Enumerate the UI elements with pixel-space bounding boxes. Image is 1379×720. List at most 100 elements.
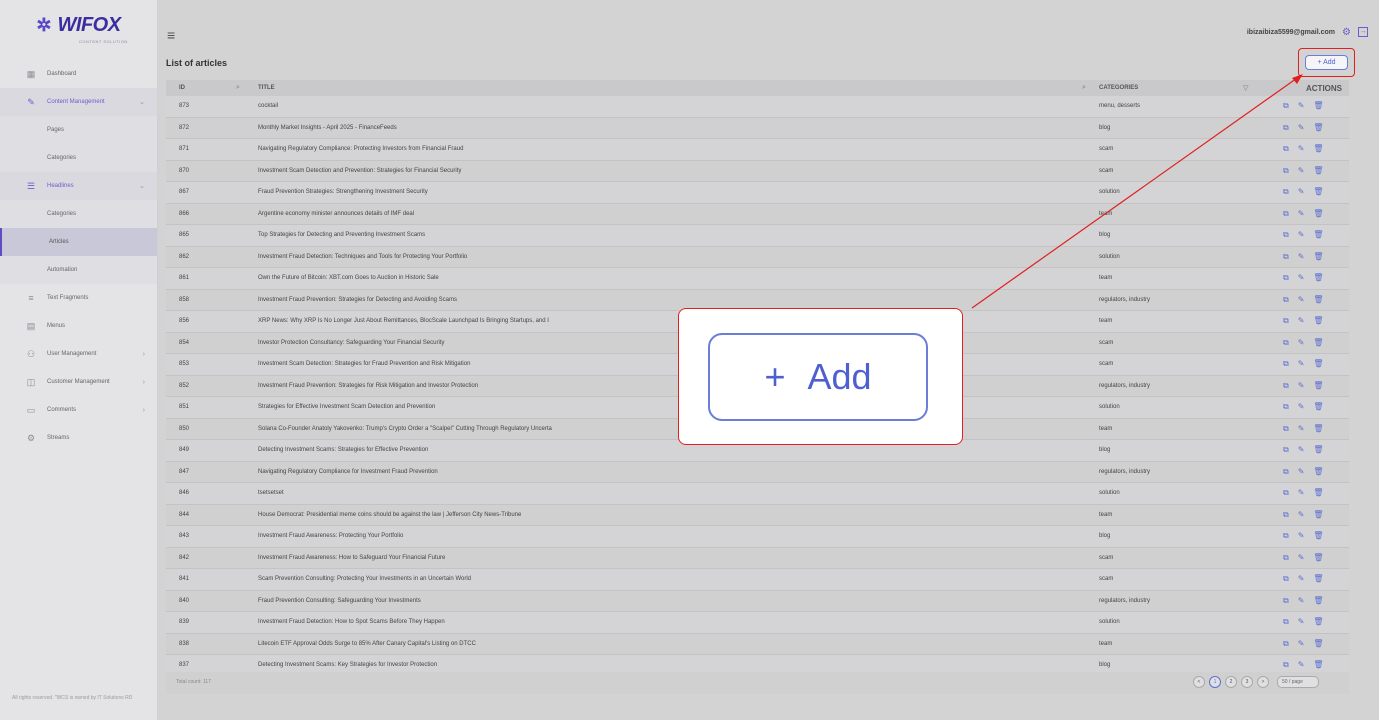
- copy-icon[interactable]: ⧉: [1283, 187, 1289, 197]
- edit-icon[interactable]: ✎: [1298, 101, 1305, 111]
- delete-icon[interactable]: 🗑: [1313, 617, 1323, 627]
- table-row[interactable]: 870 Investment Scam Detection and Prevent…: [166, 161, 1349, 182]
- copy-icon[interactable]: ⧉: [1283, 467, 1289, 477]
- edit-icon[interactable]: ✎: [1298, 273, 1305, 283]
- delete-icon[interactable]: 🗑: [1313, 639, 1323, 649]
- copy-icon[interactable]: ⧉: [1283, 144, 1289, 154]
- copy-icon[interactable]: ⧉: [1283, 359, 1289, 369]
- add-button[interactable]: + Add: [1305, 55, 1348, 70]
- copy-icon[interactable]: ⧉: [1283, 209, 1289, 219]
- edit-icon[interactable]: ✎: [1298, 166, 1305, 176]
- copy-icon[interactable]: ⧉: [1283, 338, 1289, 348]
- logout-icon[interactable]: →: [1358, 27, 1368, 37]
- copy-icon[interactable]: ⧉: [1283, 445, 1289, 455]
- user-email[interactable]: ibizaibiza5599@gmail.com: [1247, 29, 1335, 36]
- page-size-select[interactable]: 50 / page: [1277, 676, 1319, 688]
- sidebar-item-customer-management[interactable]: ◫ Customer Management ›: [0, 368, 157, 396]
- delete-icon[interactable]: 🗑: [1313, 295, 1323, 305]
- sidebar-item-categories[interactable]: Categories: [0, 200, 157, 228]
- copy-icon[interactable]: ⧉: [1283, 424, 1289, 434]
- edit-icon[interactable]: ✎: [1298, 402, 1305, 412]
- sidebar-item-articles[interactable]: Articles: [0, 228, 157, 256]
- table-row[interactable]: 837 Detecting Investment Scams: Key Strat…: [166, 655, 1349, 672]
- copy-icon[interactable]: ⧉: [1283, 295, 1289, 305]
- delete-icon[interactable]: 🗑: [1313, 402, 1323, 412]
- table-row[interactable]: 865 Top Strategies for Detecting and Prev…: [166, 225, 1349, 247]
- copy-icon[interactable]: ⧉: [1283, 574, 1289, 584]
- sidebar-item-categories[interactable]: Categories: [0, 144, 157, 172]
- delete-icon[interactable]: 🗑: [1313, 273, 1323, 283]
- prev-page-button[interactable]: <: [1193, 676, 1205, 688]
- delete-icon[interactable]: 🗑: [1313, 166, 1323, 176]
- edit-icon[interactable]: ✎: [1298, 144, 1305, 154]
- delete-icon[interactable]: 🗑: [1313, 510, 1323, 520]
- table-row[interactable]: 840 Fraud Prevention Consulting: Safeguar…: [166, 591, 1349, 612]
- edit-icon[interactable]: ✎: [1298, 381, 1305, 391]
- filter-icon[interactable]: ▽: [1243, 84, 1248, 92]
- copy-icon[interactable]: ⧉: [1283, 230, 1289, 240]
- copy-icon[interactable]: ⧉: [1283, 510, 1289, 520]
- sidebar-item-dashboard[interactable]: ▦ Dashboard: [0, 60, 157, 88]
- delete-icon[interactable]: 🗑: [1313, 596, 1323, 606]
- page-button-3[interactable]: 3: [1241, 676, 1253, 688]
- table-row[interactable]: 873 cocktail menu, desserts ⧉ ✎ 🗑: [166, 96, 1349, 118]
- edit-icon[interactable]: ✎: [1298, 445, 1305, 455]
- table-row[interactable]: 861 Own the Future of Bitcoin: XBT.com Go…: [166, 268, 1349, 290]
- edit-icon[interactable]: ✎: [1298, 252, 1305, 262]
- edit-icon[interactable]: ✎: [1298, 359, 1305, 369]
- edit-icon[interactable]: ✎: [1298, 639, 1305, 649]
- search-icon[interactable]: ⌕: [1082, 84, 1086, 92]
- table-row[interactable]: 867 Fraud Prevention Strategies: Strength…: [166, 182, 1349, 204]
- sidebar-item-comments[interactable]: ▭ Comments ›: [0, 396, 157, 424]
- delete-icon[interactable]: 🗑: [1313, 316, 1323, 326]
- edit-icon[interactable]: ✎: [1298, 660, 1305, 670]
- sidebar-item-content-management[interactable]: ✎ Content Management ⌄: [0, 88, 157, 116]
- next-page-button[interactable]: >: [1257, 676, 1269, 688]
- delete-icon[interactable]: 🗑: [1313, 488, 1323, 498]
- edit-icon[interactable]: ✎: [1298, 295, 1305, 305]
- table-row[interactable]: 872 Monthly Market Insights - April 2025 …: [166, 118, 1349, 139]
- copy-icon[interactable]: ⧉: [1283, 617, 1289, 627]
- sidebar-item-pages[interactable]: Pages: [0, 116, 157, 144]
- delete-icon[interactable]: 🗑: [1313, 467, 1323, 477]
- page-button-1[interactable]: 1: [1209, 676, 1221, 688]
- delete-icon[interactable]: 🗑: [1313, 209, 1323, 219]
- copy-icon[interactable]: ⧉: [1283, 381, 1289, 391]
- table-row[interactable]: 866 Argentine economy minister announces …: [166, 204, 1349, 225]
- sidebar-item-headlines[interactable]: ☰ Headlines ⌄: [0, 172, 157, 200]
- copy-icon[interactable]: ⧉: [1283, 123, 1289, 133]
- delete-icon[interactable]: 🗑: [1313, 553, 1323, 563]
- copy-icon[interactable]: ⧉: [1283, 488, 1289, 498]
- gear-icon[interactable]: ⚙: [1342, 27, 1351, 38]
- table-row[interactable]: 842 Investment Fraud Awareness: How to Sa…: [166, 548, 1349, 569]
- edit-icon[interactable]: ✎: [1298, 316, 1305, 326]
- copy-icon[interactable]: ⧉: [1283, 596, 1289, 606]
- delete-icon[interactable]: 🗑: [1313, 230, 1323, 240]
- table-row[interactable]: 871 Navigating Regulatory Compliance: Pro…: [166, 139, 1349, 161]
- table-row[interactable]: 838 Litecoin ETF Approval Odds Surge to 8…: [166, 634, 1349, 655]
- delete-icon[interactable]: 🗑: [1313, 359, 1323, 369]
- page-button-2[interactable]: 2: [1225, 676, 1237, 688]
- copy-icon[interactable]: ⧉: [1283, 316, 1289, 326]
- column-header-id[interactable]: ID: [179, 85, 185, 91]
- sidebar-item-user-management[interactable]: ⚇ User Management ›: [0, 340, 157, 368]
- copy-icon[interactable]: ⧉: [1283, 273, 1289, 283]
- sidebar-item-automation[interactable]: Automation: [0, 256, 157, 284]
- copy-icon[interactable]: ⧉: [1283, 531, 1289, 541]
- table-row[interactable]: 846 tsetsetset solution ⧉ ✎ 🗑: [166, 483, 1349, 505]
- edit-icon[interactable]: ✎: [1298, 424, 1305, 434]
- edit-icon[interactable]: ✎: [1298, 596, 1305, 606]
- copy-icon[interactable]: ⧉: [1283, 252, 1289, 262]
- edit-icon[interactable]: ✎: [1298, 123, 1305, 133]
- column-header-title[interactable]: TITLE: [258, 85, 275, 91]
- edit-icon[interactable]: ✎: [1298, 531, 1305, 541]
- delete-icon[interactable]: 🗑: [1313, 187, 1323, 197]
- column-header-categories[interactable]: CATEGORIES: [1099, 85, 1138, 91]
- copy-icon[interactable]: ⧉: [1283, 166, 1289, 176]
- copy-icon[interactable]: ⧉: [1283, 101, 1289, 111]
- table-row[interactable]: 847 Navigating Regulatory Compliance for …: [166, 462, 1349, 483]
- delete-icon[interactable]: 🗑: [1313, 424, 1323, 434]
- delete-icon[interactable]: 🗑: [1313, 144, 1323, 154]
- delete-icon[interactable]: 🗑: [1313, 123, 1323, 133]
- edit-icon[interactable]: ✎: [1298, 488, 1305, 498]
